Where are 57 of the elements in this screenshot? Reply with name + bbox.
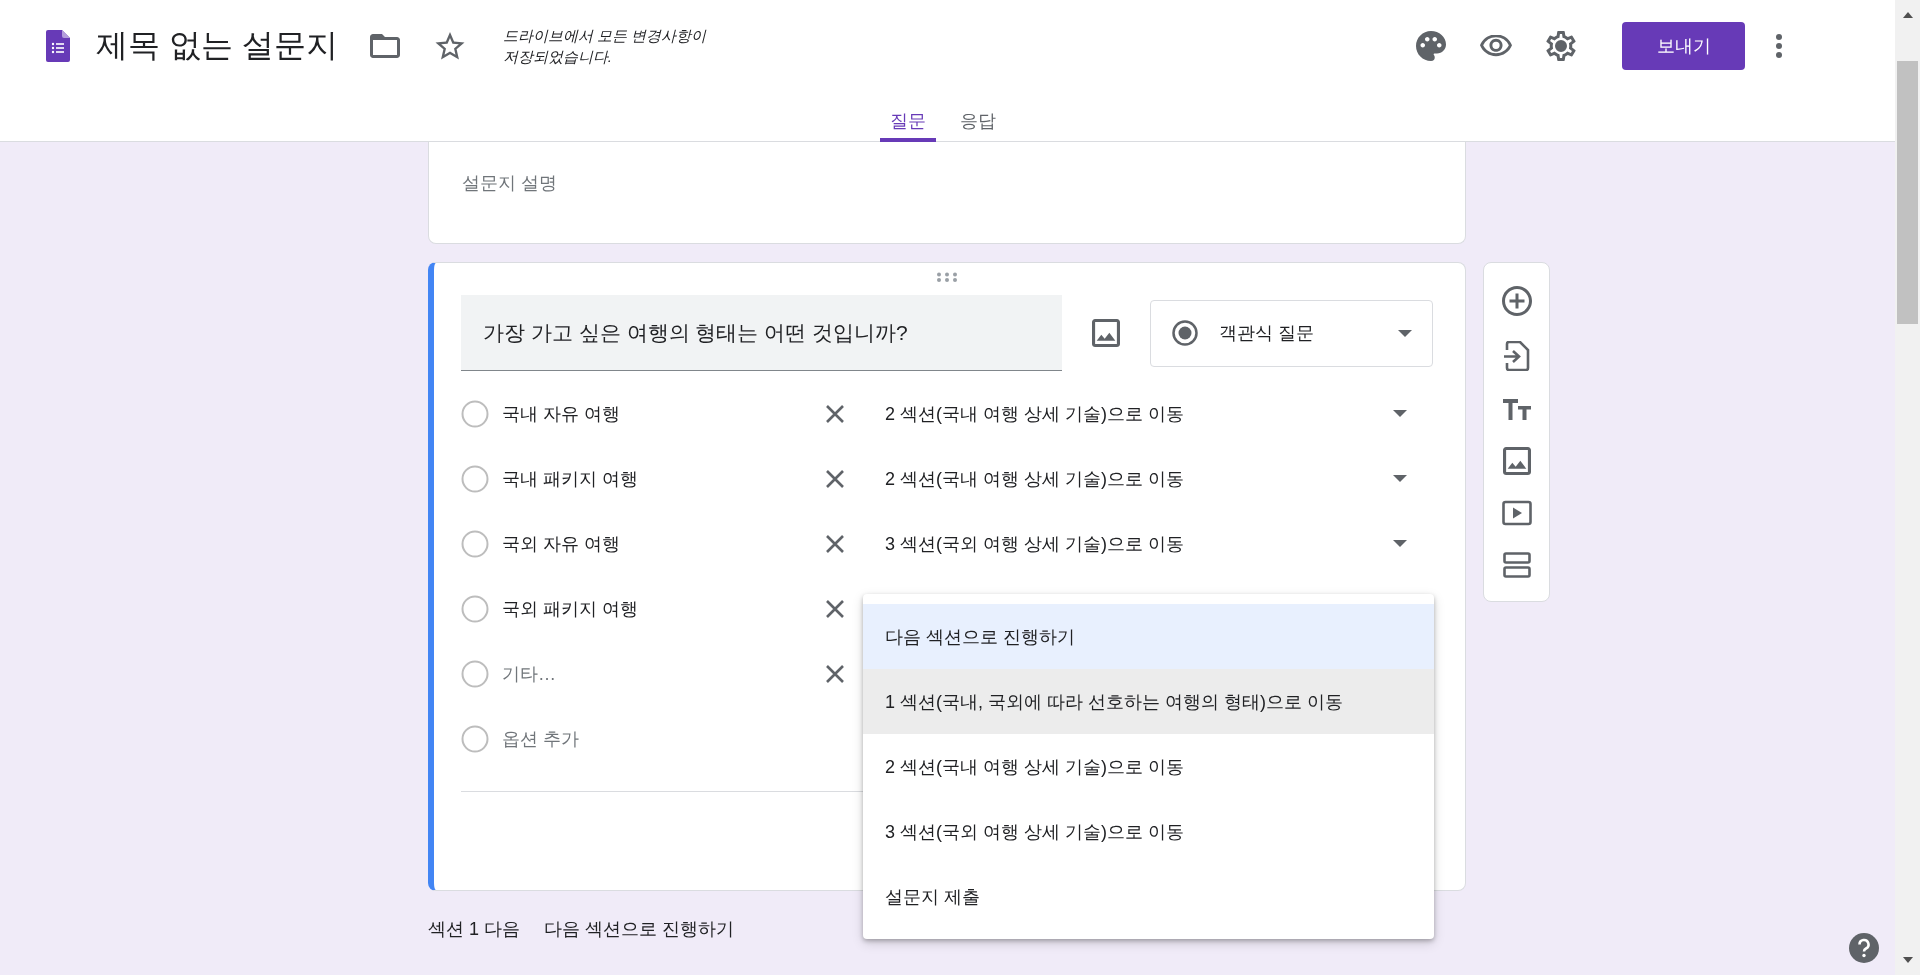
close-icon[interactable] — [825, 533, 845, 554]
close-icon[interactable] — [825, 663, 845, 684]
question-title-field[interactable]: 가장 가고 싶은 여행의 형태는 어떤 것입니까? — [461, 295, 1063, 371]
send-button[interactable]: 보내기 — [1622, 22, 1745, 70]
radio-button-icon[interactable] — [461, 399, 489, 428]
caret-icon[interactable] — [1393, 540, 1407, 547]
go-to-section-dropdown[interactable]: 2 섹션(국내 여행 상세 기술)으로 이동 — [885, 388, 1433, 439]
more-options-icon[interactable] — [1775, 33, 1783, 59]
scroll-up-icon[interactable] — [1902, 12, 1913, 18]
section-icon[interactable] — [1502, 552, 1531, 579]
go-to-section-dropdown[interactable]: 3 섹션(국외 여행 상세 기술)으로 이동 — [885, 518, 1433, 569]
drag-handle-icon[interactable] — [936, 272, 958, 282]
radio-button-icon[interactable] — [461, 724, 489, 753]
option-label[interactable]: 국내 자유 여행 — [502, 401, 808, 426]
go-to-section-dropdown[interactable]: 2 섹션(국내 여행 상세 기술)으로 이동 — [885, 453, 1433, 504]
add-option-button[interactable]: 옵션 추가 — [502, 726, 808, 751]
radio-button-icon[interactable] — [461, 529, 489, 558]
save-status: 드라이브에서 모든 변경사항이 저장되었습니다. — [502, 26, 708, 67]
menu-item[interactable]: 설문지 제출 — [863, 864, 1434, 929]
caret-icon[interactable] — [1393, 410, 1407, 417]
image-icon[interactable] — [1092, 319, 1121, 347]
scroll-down-icon[interactable] — [1902, 957, 1913, 963]
option-label[interactable]: 국내 패키지 여행 — [502, 466, 808, 491]
help-icon[interactable] — [1849, 933, 1879, 963]
close-icon[interactable] — [825, 468, 845, 489]
palette-icon[interactable] — [1416, 31, 1446, 61]
form-description-field[interactable]: 설문지 설명 — [462, 173, 557, 193]
section-next-value[interactable]: 다음 섹션으로 진행하기 — [544, 917, 735, 941]
option-label[interactable]: 국외 자유 여행 — [502, 531, 808, 556]
section-next-label: 섹션 1 다음 — [428, 918, 520, 941]
eye-icon[interactable] — [1480, 35, 1512, 57]
radio-button-icon[interactable] — [461, 659, 489, 688]
settings-icon[interactable] — [1546, 31, 1576, 61]
menu-item[interactable]: 다음 섹션으로 진행하기 — [863, 604, 1434, 669]
form-title[interactable]: 제목 없는 설문지 — [96, 24, 338, 68]
menu-item[interactable]: 2 섹션(국내 여행 상세 기술)으로 이동 — [863, 734, 1434, 799]
image-icon[interactable] — [1502, 446, 1531, 475]
radio-button-icon[interactable] — [461, 594, 489, 623]
caret-icon[interactable] — [1393, 475, 1407, 482]
close-icon[interactable] — [825, 598, 845, 619]
option-label[interactable]: 기타… — [502, 661, 808, 686]
option-label[interactable]: 국외 패키지 여행 — [502, 596, 808, 621]
close-icon[interactable] — [825, 403, 845, 424]
caret-icon[interactable] — [1398, 329, 1412, 337]
forms-logo-icon[interactable] — [46, 30, 70, 62]
import-file-icon[interactable] — [1503, 341, 1530, 372]
tab[interactable]: 응답 — [957, 92, 998, 142]
star-icon[interactable] — [434, 32, 465, 60]
menu-item[interactable]: 3 섹션(국외 여행 상세 기술)으로 이동 — [863, 799, 1434, 864]
question-type-dropdown[interactable]: 객관식 질문 — [1150, 299, 1433, 367]
radio-button-icon[interactable] — [461, 464, 489, 493]
title-text-icon[interactable] — [1501, 397, 1532, 422]
folder-icon[interactable] — [369, 34, 400, 58]
video-icon[interactable] — [1501, 500, 1532, 527]
radio-selected-icon — [1171, 319, 1200, 347]
menu-item[interactable]: 1 섹션(국내, 국외에 따라 선호하는 여행의 형태)으로 이동 — [863, 669, 1434, 734]
scrollbar-thumb[interactable] — [1897, 61, 1918, 324]
